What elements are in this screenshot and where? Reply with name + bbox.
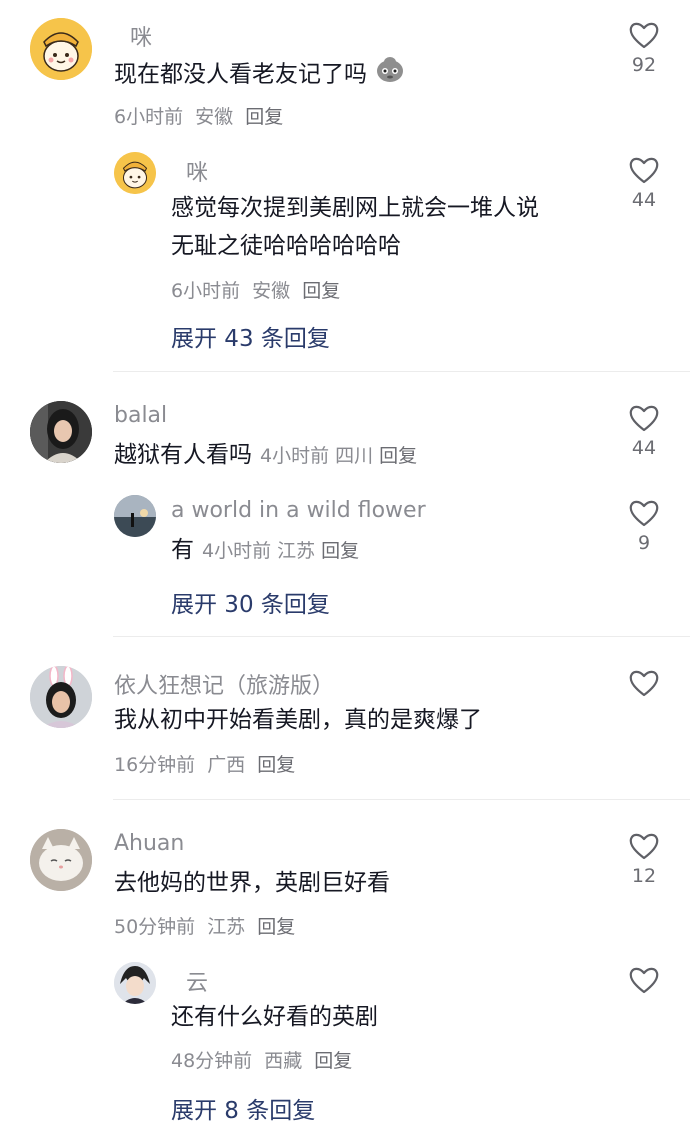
comment-time: 50分钟前 [114, 916, 196, 938]
comment-author[interactable]: 依人狂想记（旅游版） [114, 668, 334, 700]
reply-time: 48分钟前 [171, 1050, 253, 1072]
avatar[interactable] [30, 401, 92, 463]
comment-author[interactable]: balal [114, 403, 167, 428]
comment-author[interactable]: Ahuan [114, 831, 184, 856]
like-count: 44 [631, 189, 657, 211]
comment-text: 我从初中开始看美剧，真的是爽爆了 [114, 707, 482, 733]
comment-time: 6小时前 [114, 106, 184, 128]
reply-location: 江苏 [277, 540, 316, 562]
comment-meta: 50分钟前 江苏 回复 [114, 912, 295, 939]
avatar[interactable] [30, 666, 92, 728]
reply-time: 4小时前 [202, 540, 272, 562]
expand-replies-button[interactable]: 展开 8 条回复 [171, 1091, 315, 1125]
comment-location: 江苏 [207, 916, 246, 938]
cartoon-dog-avatar-icon [114, 152, 156, 194]
reply-meta: 48分钟前 西藏 回复 [171, 1046, 352, 1073]
white-cat-avatar-icon [30, 829, 92, 891]
reply-text-line: 无耻之徒哈哈哈哈哈哈 [171, 233, 401, 259]
reply-time: 6小时前 [171, 280, 241, 302]
comment-text-body: 越狱有人看吗 [114, 442, 252, 468]
reply-author[interactable]: 云 [186, 965, 208, 997]
expand-replies-button[interactable]: 展开 30 条回复 [171, 585, 330, 619]
like-button[interactable]: 9 [614, 498, 674, 554]
divider [113, 371, 690, 372]
heart-icon [629, 22, 659, 49]
divider [113, 636, 690, 637]
like-count: 92 [631, 54, 657, 76]
reply-text: 有 4小时前 江苏 回复 [171, 531, 359, 570]
like-count: 12 [631, 865, 657, 887]
avatar[interactable] [30, 829, 92, 891]
comment-time: 4小时前 [260, 445, 330, 467]
heart-icon [629, 157, 659, 184]
reply-button[interactable]: 回复 [302, 280, 340, 302]
divider [113, 799, 690, 800]
comment-meta: 4小时前 四川 回复 [260, 445, 417, 467]
reply-author[interactable]: 咪 [186, 155, 208, 187]
comment-text: 现在都没人看老友记了吗 [114, 53, 406, 97]
comment-time: 16分钟前 [114, 754, 196, 776]
cartoon-dog-avatar-icon [30, 18, 92, 80]
sunset-landscape-avatar-icon [114, 495, 156, 537]
sticker-emoji-icon [374, 53, 406, 97]
reply-location: 西藏 [264, 1050, 303, 1072]
like-button[interactable]: 44 [614, 403, 674, 459]
heart-icon [629, 833, 659, 860]
comment-location: 四川 [335, 445, 374, 467]
avatar[interactable] [114, 495, 156, 537]
comment-meta: 16分钟前 广西 回复 [114, 750, 295, 777]
comment-text-body: 现在都没人看老友记了吗 [114, 61, 367, 88]
reply-location: 安徽 [252, 280, 291, 302]
reply-button[interactable]: 回复 [245, 106, 283, 128]
like-button[interactable]: 44 [614, 155, 674, 211]
reply-button[interactable]: 回复 [257, 916, 295, 938]
heart-icon [629, 670, 659, 697]
reply-meta: 6小时前 安徽 回复 [171, 276, 340, 303]
heart-icon [629, 500, 659, 527]
like-count: 9 [637, 532, 651, 554]
reply-text-line: 感觉每次提到美剧网上就会一堆人说 [171, 195, 539, 221]
comment-text: 越狱有人看吗 4小时前 四川 回复 [114, 436, 417, 475]
reply-button[interactable]: 回复 [379, 445, 417, 467]
comment-location: 安徽 [195, 106, 234, 128]
reply-button[interactable]: 回复 [321, 540, 359, 562]
expand-replies-button[interactable]: 展开 43 条回复 [171, 319, 330, 353]
reply-meta: 4小时前 江苏 回复 [202, 540, 359, 562]
reply-button[interactable]: 回复 [314, 1050, 352, 1072]
avatar[interactable] [30, 18, 92, 80]
comment-author[interactable]: 咪 [130, 20, 152, 52]
comment-location: 广西 [207, 754, 246, 776]
reply-text: 还有什么好看的英剧 [171, 1004, 378, 1030]
girl-bunny-ears-avatar-icon [30, 666, 92, 728]
like-button[interactable]: 12 [614, 831, 674, 887]
reply-text-body: 有 [171, 537, 194, 563]
reply-author[interactable]: a world in a wild flower [171, 498, 426, 523]
like-button[interactable] [614, 965, 674, 999]
heart-icon [629, 405, 659, 432]
avatar[interactable] [114, 962, 156, 1004]
heart-icon [629, 967, 659, 994]
reply-button[interactable]: 回复 [257, 754, 295, 776]
comment-text: 去他妈的世界，英剧巨好看 [114, 870, 390, 896]
comment-meta: 6小时前 安徽 回复 [114, 102, 283, 129]
like-count: 44 [631, 437, 657, 459]
girl-photo-avatar-icon [30, 401, 92, 463]
like-button[interactable] [614, 668, 674, 702]
anime-character-avatar-icon [114, 962, 156, 1004]
avatar[interactable] [114, 152, 156, 194]
like-button[interactable]: 92 [614, 20, 674, 76]
